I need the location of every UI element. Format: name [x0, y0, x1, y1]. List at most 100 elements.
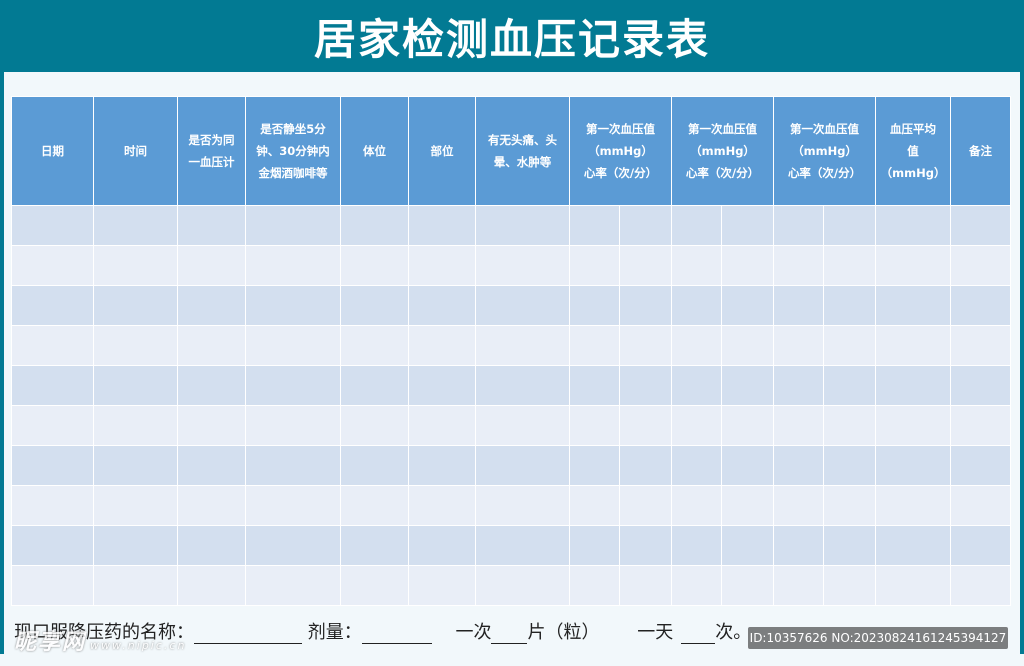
- table-cell[interactable]: [875, 485, 952, 526]
- table-cell[interactable]: [671, 565, 723, 606]
- table-cell[interactable]: [93, 485, 178, 526]
- table-cell[interactable]: [823, 445, 877, 486]
- table-cell[interactable]: [721, 245, 775, 286]
- table-cell[interactable]: [950, 445, 1012, 486]
- table-cell[interactable]: [773, 205, 825, 246]
- table-cell[interactable]: [340, 525, 409, 566]
- table-cell[interactable]: [408, 285, 476, 326]
- table-cell[interactable]: [11, 445, 94, 486]
- table-cell[interactable]: [773, 285, 825, 326]
- table-cell[interactable]: [773, 325, 825, 366]
- table-cell[interactable]: [671, 525, 723, 566]
- table-cell[interactable]: [950, 405, 1012, 446]
- table-cell[interactable]: [245, 405, 341, 446]
- table-cell[interactable]: [618, 245, 673, 286]
- table-cell[interactable]: [408, 405, 476, 446]
- table-cell[interactable]: [245, 445, 341, 486]
- medicine-name-field[interactable]: [194, 623, 302, 644]
- tablets-per-time-field[interactable]: [491, 623, 528, 644]
- table-cell[interactable]: [475, 445, 570, 486]
- table-cell[interactable]: [11, 245, 94, 286]
- table-cell[interactable]: [408, 325, 476, 366]
- table-cell[interactable]: [823, 285, 877, 326]
- table-cell[interactable]: [177, 405, 246, 446]
- table-cell[interactable]: [475, 485, 570, 526]
- table-cell[interactable]: [475, 365, 570, 406]
- table-cell[interactable]: [177, 325, 246, 366]
- table-cell[interactable]: [340, 405, 409, 446]
- table-cell[interactable]: [475, 245, 570, 286]
- table-cell[interactable]: [93, 205, 178, 246]
- table-cell[interactable]: [408, 485, 476, 526]
- table-cell[interactable]: [671, 445, 723, 486]
- table-cell[interactable]: [721, 565, 775, 606]
- table-cell[interactable]: [408, 365, 476, 406]
- table-cell[interactable]: [721, 405, 775, 446]
- table-cell[interactable]: [11, 285, 94, 326]
- table-cell[interactable]: [773, 565, 825, 606]
- table-cell[interactable]: [569, 285, 620, 326]
- table-cell[interactable]: [177, 205, 246, 246]
- table-cell[interactable]: [721, 205, 775, 246]
- table-cell[interactable]: [408, 445, 476, 486]
- table-cell[interactable]: [569, 405, 620, 446]
- table-cell[interactable]: [950, 485, 1012, 526]
- table-cell[interactable]: [671, 245, 723, 286]
- table-cell[interactable]: [245, 525, 341, 566]
- table-cell[interactable]: [177, 485, 246, 526]
- table-cell[interactable]: [618, 405, 673, 446]
- table-cell[interactable]: [569, 565, 620, 606]
- table-cell[interactable]: [950, 285, 1012, 326]
- table-cell[interactable]: [823, 565, 877, 606]
- table-cell[interactable]: [875, 285, 952, 326]
- table-cell[interactable]: [950, 205, 1012, 246]
- table-cell[interactable]: [618, 525, 673, 566]
- table-cell[interactable]: [177, 525, 246, 566]
- table-cell[interactable]: [721, 445, 775, 486]
- table-cell[interactable]: [618, 485, 673, 526]
- table-cell[interactable]: [408, 565, 476, 606]
- table-cell[interactable]: [950, 365, 1012, 406]
- table-cell[interactable]: [823, 485, 877, 526]
- table-cell[interactable]: [823, 365, 877, 406]
- table-cell[interactable]: [875, 205, 952, 246]
- table-cell[interactable]: [773, 365, 825, 406]
- table-cell[interactable]: [569, 485, 620, 526]
- table-cell[interactable]: [721, 485, 775, 526]
- table-cell[interactable]: [773, 445, 825, 486]
- table-cell[interactable]: [93, 565, 178, 606]
- table-cell[interactable]: [245, 485, 341, 526]
- table-cell[interactable]: [671, 485, 723, 526]
- table-cell[interactable]: [773, 405, 825, 446]
- table-cell[interactable]: [875, 325, 952, 366]
- table-cell[interactable]: [177, 445, 246, 486]
- table-cell[interactable]: [823, 205, 877, 246]
- table-cell[interactable]: [618, 365, 673, 406]
- table-cell[interactable]: [11, 205, 94, 246]
- table-cell[interactable]: [475, 325, 570, 366]
- table-cell[interactable]: [618, 565, 673, 606]
- table-cell[interactable]: [93, 325, 178, 366]
- table-cell[interactable]: [569, 365, 620, 406]
- table-cell[interactable]: [721, 285, 775, 326]
- table-cell[interactable]: [408, 245, 476, 286]
- table-cell[interactable]: [618, 205, 673, 246]
- table-cell[interactable]: [245, 205, 341, 246]
- table-cell[interactable]: [569, 245, 620, 286]
- table-cell[interactable]: [950, 565, 1012, 606]
- table-cell[interactable]: [11, 365, 94, 406]
- table-cell[interactable]: [177, 565, 246, 606]
- table-cell[interactable]: [11, 485, 94, 526]
- table-cell[interactable]: [340, 565, 409, 606]
- table-cell[interactable]: [340, 485, 409, 526]
- table-cell[interactable]: [618, 325, 673, 366]
- table-cell[interactable]: [875, 525, 952, 566]
- table-cell[interactable]: [671, 365, 723, 406]
- table-cell[interactable]: [11, 405, 94, 446]
- table-cell[interactable]: [721, 525, 775, 566]
- dose-field[interactable]: [361, 623, 432, 644]
- table-cell[interactable]: [93, 405, 178, 446]
- table-cell[interactable]: [875, 445, 952, 486]
- table-cell[interactable]: [950, 525, 1012, 566]
- table-cell[interactable]: [823, 525, 877, 566]
